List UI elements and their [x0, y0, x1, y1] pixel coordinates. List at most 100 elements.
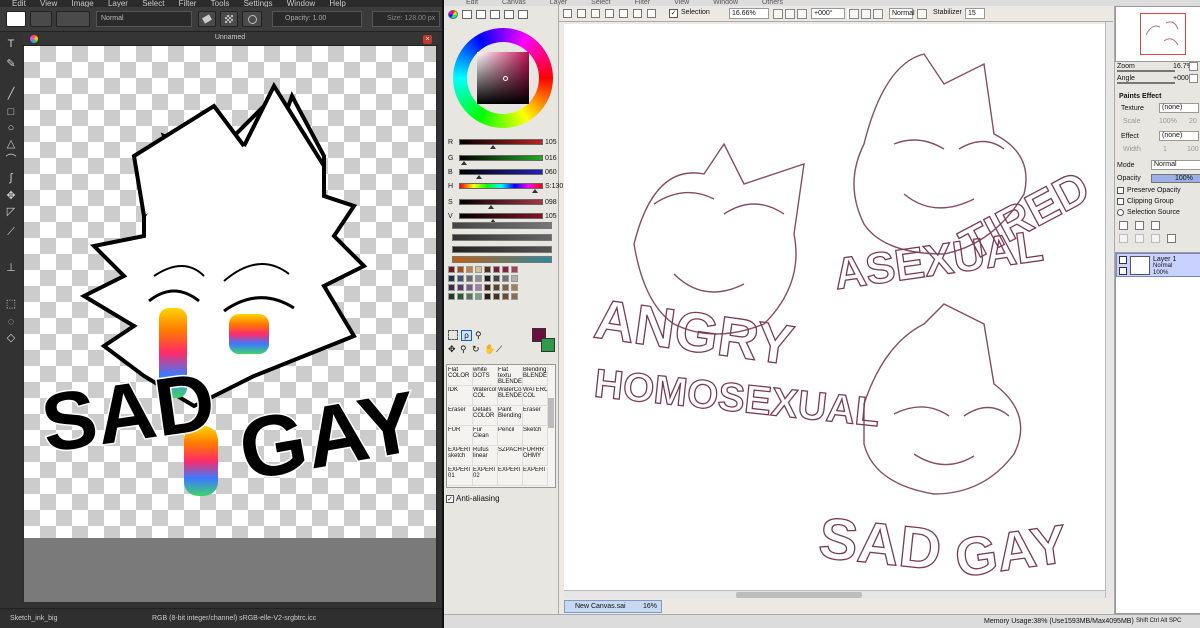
new-layer-icon[interactable] — [1119, 221, 1128, 230]
layer-visibility-icon[interactable] — [1119, 256, 1127, 264]
brush-slot[interactable]: Eraser — [448, 407, 473, 426]
selection-checkbox[interactable]: ✓ — [669, 9, 678, 18]
palette-swatch[interactable] — [457, 266, 464, 273]
brush-slot[interactable]: Sketch — [523, 427, 548, 446]
hsv-slider-mode-icon[interactable] — [476, 10, 486, 19]
tool-rect-select-icon[interactable]: ⬚ — [5, 298, 17, 310]
tool-line-icon[interactable]: ╱ — [5, 88, 17, 100]
menu-image[interactable]: Image — [71, 0, 93, 7]
canvas-horizontal-scrollbar[interactable] — [564, 590, 1105, 598]
slider-r[interactable]: R 105 — [448, 138, 560, 149]
palette-swatch[interactable] — [484, 284, 491, 291]
palette-swatch[interactable] — [466, 266, 473, 273]
zoom-icon[interactable]: ⚲ — [460, 344, 467, 355]
brush-slot[interactable]: white DOTS — [473, 367, 498, 386]
brush-slot[interactable]: Fur Clean — [473, 427, 498, 446]
rotate-icon[interactable]: ↻ — [472, 344, 480, 355]
toolbar-button-7[interactable] — [647, 9, 656, 18]
brush-slot[interactable]: EXPERI sketch — [448, 447, 473, 466]
effect-select[interactable]: (none) — [1159, 131, 1199, 141]
slider-track[interactable] — [459, 155, 543, 161]
palette-swatch[interactable] — [448, 275, 455, 282]
brush-slot[interactable]: WATERC COL — [523, 387, 548, 406]
new-linework-layer-icon[interactable] — [1135, 221, 1144, 230]
brush-slot[interactable]: FUR — [448, 427, 473, 446]
toolbar-button-4[interactable] — [605, 9, 614, 18]
delete-layer-icon[interactable] — [1167, 234, 1176, 243]
layer-mode-select[interactable]: Normal — [1151, 160, 1200, 170]
file-tab[interactable]: New Canvas.sai 16% — [564, 600, 662, 613]
slider-s[interactable]: S 098 — [448, 198, 560, 209]
brush-slot[interactable]: EXPERI 02 — [473, 467, 498, 486]
brush-slot[interactable]: FURRR OHMY — [523, 447, 548, 466]
slider-knob[interactable] — [487, 205, 494, 209]
slider-track[interactable] — [459, 213, 543, 219]
toolbar-button-6[interactable] — [633, 9, 642, 18]
slider-h[interactable]: H S:130 — [448, 182, 563, 193]
secondary-color-swatch[interactable] — [541, 338, 555, 352]
hand-icon[interactable]: ✋ — [484, 344, 495, 355]
brush-slot[interactable]: Pencil — [498, 427, 523, 446]
scratchpad-mode-icon[interactable] — [518, 10, 528, 19]
slider-g[interactable]: G 016 — [448, 154, 560, 165]
antialiasing-checkbox[interactable]: ✓ — [446, 494, 454, 503]
view-mode-select[interactable]: Normal — [889, 8, 915, 19]
slider-track[interactable] — [459, 139, 543, 145]
palette-swatch[interactable] — [502, 266, 509, 273]
swatches-mode-icon[interactable] — [504, 10, 514, 19]
palette-swatch[interactable] — [457, 284, 464, 291]
tool-text-icon[interactable]: T — [5, 38, 17, 50]
blend-mode-select[interactable]: Normal — [96, 11, 192, 27]
brush-slot[interactable]: SZPACH — [498, 447, 523, 466]
tool-polygon-icon[interactable]: △ — [5, 138, 17, 150]
move-icon[interactable]: ✥ — [448, 344, 456, 355]
palette-swatch[interactable] — [475, 275, 482, 282]
tool-eyedropper-icon[interactable]: ⟋ — [5, 226, 17, 238]
brush-slot[interactable]: Paint Blending — [498, 407, 523, 426]
palette-swatch[interactable] — [475, 284, 482, 291]
palette-swatch[interactable] — [457, 275, 464, 282]
eyedropper-icon[interactable]: ⟋ — [496, 344, 502, 355]
tool-brush-icon[interactable]: ✎ — [5, 58, 17, 70]
slider-knob[interactable] — [490, 145, 497, 149]
palette-swatch[interactable] — [475, 293, 482, 300]
sai-canvas[interactable]: ANGRY HOMOSEXUAL TIRED ASEXUAL SAD GAY — [564, 24, 1105, 590]
palette-swatch[interactable] — [493, 266, 500, 273]
menu-edit[interactable]: Edit — [12, 0, 26, 7]
slider-knob[interactable] — [461, 161, 468, 165]
preserve-opacity-checkbox[interactable] — [1117, 187, 1124, 194]
palette-swatch[interactable] — [493, 275, 500, 282]
document-tab-title[interactable]: Unnamed — [22, 34, 438, 41]
gray-swatch-row-1[interactable] — [452, 222, 552, 229]
preserve-alpha-button[interactable] — [220, 11, 238, 27]
palette-swatch[interactable] — [457, 293, 464, 300]
rotate-right-button[interactable] — [861, 9, 871, 19]
angle-select[interactable]: +000° — [811, 8, 845, 19]
gray-swatch-row-3[interactable] — [452, 246, 552, 253]
nav-angle-slider[interactable] — [1117, 82, 1175, 84]
brush-preset-button[interactable] — [30, 11, 52, 27]
clipping-group-checkbox[interactable] — [1117, 198, 1124, 205]
slider-track[interactable] — [459, 199, 543, 205]
mixer-mode-icon[interactable] — [490, 10, 500, 19]
palette-swatch[interactable] — [484, 293, 491, 300]
slider-b[interactable]: B 060 — [448, 168, 560, 179]
gray-swatch-row-2[interactable] — [452, 234, 552, 241]
zoom-in-button[interactable] — [785, 9, 795, 19]
nav-rotate-button[interactable] — [1189, 74, 1198, 83]
zoom-out-button[interactable] — [773, 9, 783, 19]
menu-view[interactable]: View — [40, 0, 57, 7]
palette-swatch[interactable] — [511, 293, 518, 300]
slider-knob[interactable] — [476, 175, 483, 179]
brush-slot[interactable]: WaterCo BLENDE — [498, 387, 523, 406]
brush-slot[interactable]: Flat COLOR — [448, 367, 473, 386]
nav-zoom-slider[interactable] — [1117, 70, 1175, 72]
texture-select[interactable]: (none) — [1159, 103, 1199, 113]
palette-swatch[interactable] — [502, 275, 509, 282]
toolbar-button-3[interactable] — [591, 9, 600, 18]
brush-grid-scrollbar[interactable] — [548, 398, 554, 428]
nav-zoom-in-button[interactable] — [1189, 62, 1198, 71]
navigator-preview[interactable] — [1115, 6, 1200, 62]
merge-down-icon[interactable] — [1135, 234, 1144, 243]
tool-freehand-path-icon[interactable]: ∫ — [5, 172, 17, 184]
